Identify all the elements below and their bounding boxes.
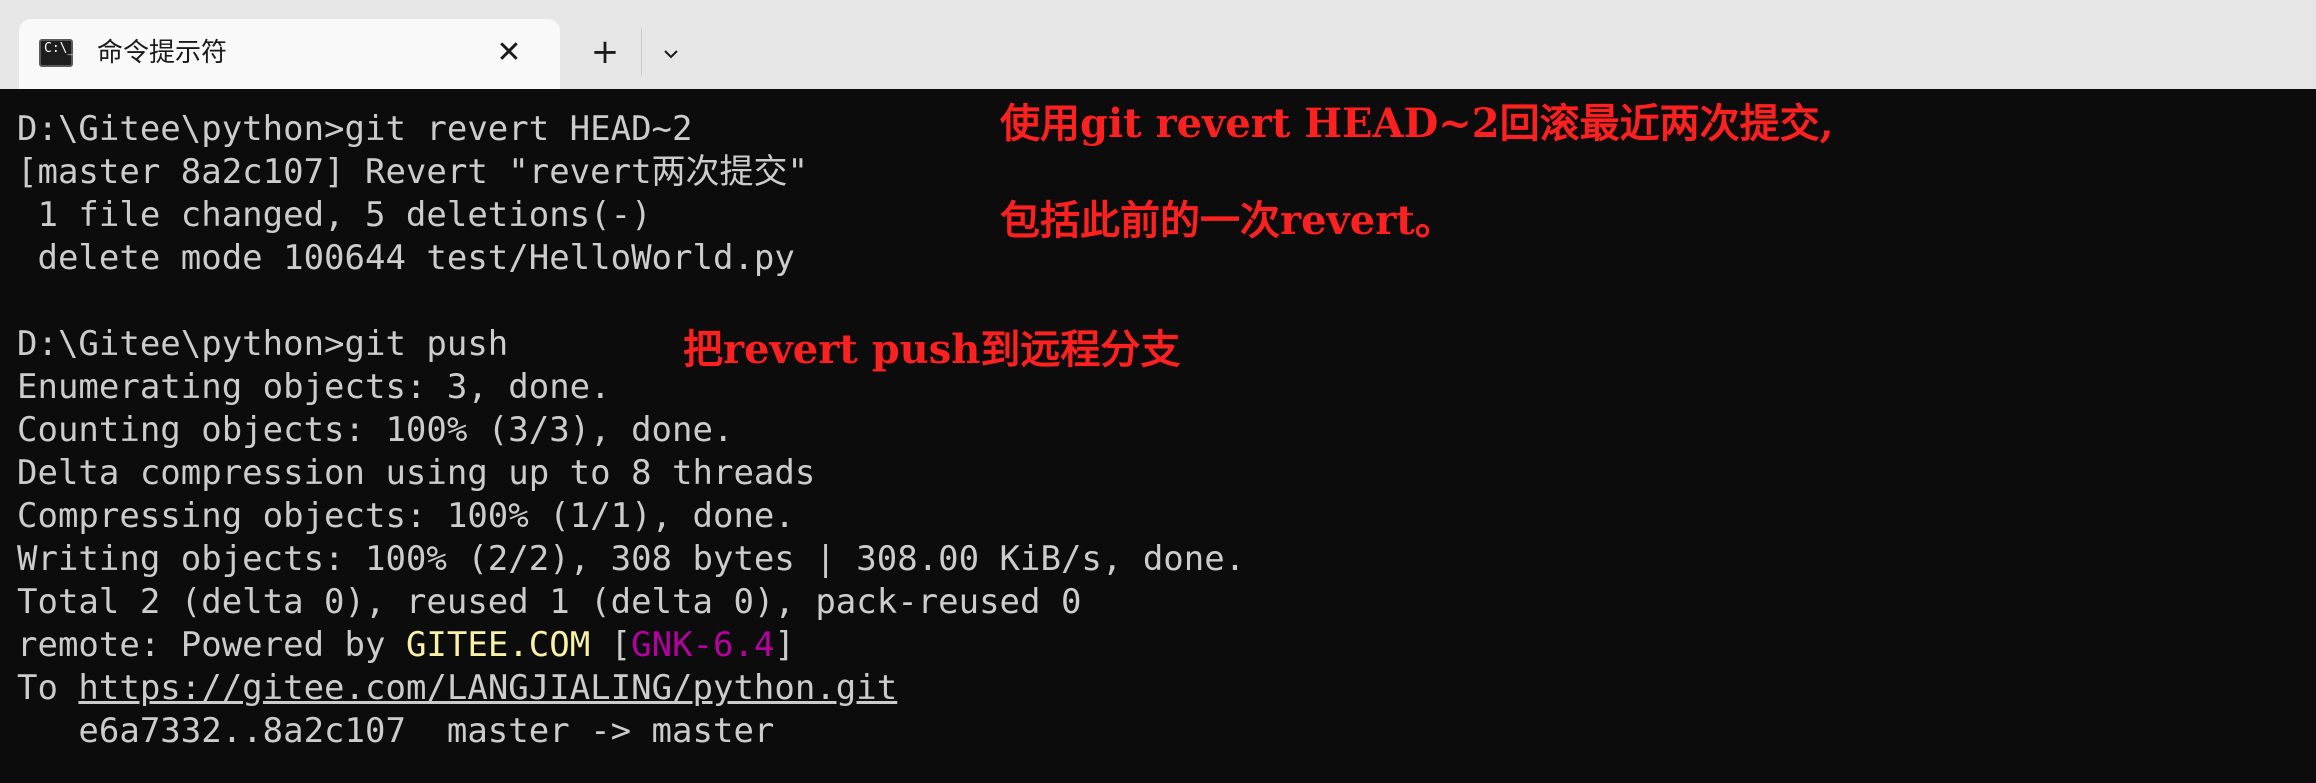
output-line: e6a7332..8a2c107 master -> master bbox=[17, 711, 775, 751]
terminal-output[interactable]: D:\Gitee\python>git revert HEAD~2 [maste… bbox=[0, 89, 2316, 783]
to-prefix: To bbox=[17, 668, 79, 708]
remote-site: GITEE.COM bbox=[405, 625, 591, 665]
tab-title: 命令提示符 bbox=[97, 38, 228, 68]
output-line: Writing objects: 100% (2/2), 308 bytes |… bbox=[17, 539, 1246, 579]
new-tab-button[interactable]: + bbox=[583, 32, 627, 76]
title-bar: C:\_ 命令提示符 ✕ + bbox=[0, 0, 2316, 89]
output-line: D:\Gitee\python>git push bbox=[17, 324, 509, 364]
output-line: D:\Gitee\python>git revert HEAD~2 bbox=[17, 109, 693, 149]
remote-url-link[interactable]: https://gitee.com/LANGJIALING/python.git bbox=[78, 668, 897, 708]
output-line: To https://gitee.com/LANGJIALING/python.… bbox=[17, 667, 897, 710]
output-line: Total 2 (delta 0), reused 1 (delta 0), p… bbox=[17, 582, 1082, 622]
output-line: Enumerating objects: 3, done. bbox=[17, 367, 611, 407]
output-line: Delta compression using up to 8 threads bbox=[17, 453, 816, 493]
output-line: Counting objects: 100% (3/3), done. bbox=[17, 410, 734, 450]
remote-tag: GNK-6.4 bbox=[631, 625, 775, 665]
output-line: delete mode 100644 test/HelloWorld.py bbox=[17, 238, 795, 278]
tab-command-prompt[interactable]: C:\_ 命令提示符 ✕ bbox=[19, 19, 560, 89]
remote-prefix: remote: Powered by bbox=[17, 625, 406, 665]
bracket-open: [ bbox=[590, 625, 632, 665]
bracket-close: ] bbox=[774, 625, 795, 665]
terminal-icon: C:\_ bbox=[39, 39, 75, 67]
output-line: remote: Powered by GITEE.COM [GNK-6.4] bbox=[17, 624, 795, 667]
annotation-push: 把revert push到远程分支 bbox=[683, 326, 1181, 373]
output-line: 1 file changed, 5 deletions(-) bbox=[17, 195, 652, 235]
tab-divider bbox=[641, 28, 642, 76]
output-line: [master 8a2c107] Revert "revert两次提交" bbox=[17, 152, 809, 192]
output-line: Compressing objects: 100% (1/1), done. bbox=[17, 496, 795, 536]
annotation-revert-2: 包括此前的一次revert。 bbox=[1000, 197, 1455, 244]
terminal-window: C:\_ 命令提示符 ✕ + D:\Gitee\python>git rever… bbox=[0, 0, 2316, 783]
annotation-revert-1: 使用git revert HEAD~2回滚最近两次提交, bbox=[1000, 100, 1834, 147]
chevron-down-icon bbox=[664, 50, 678, 59]
close-tab-button[interactable]: ✕ bbox=[489, 33, 529, 73]
tab-dropdown-button[interactable] bbox=[651, 34, 691, 74]
